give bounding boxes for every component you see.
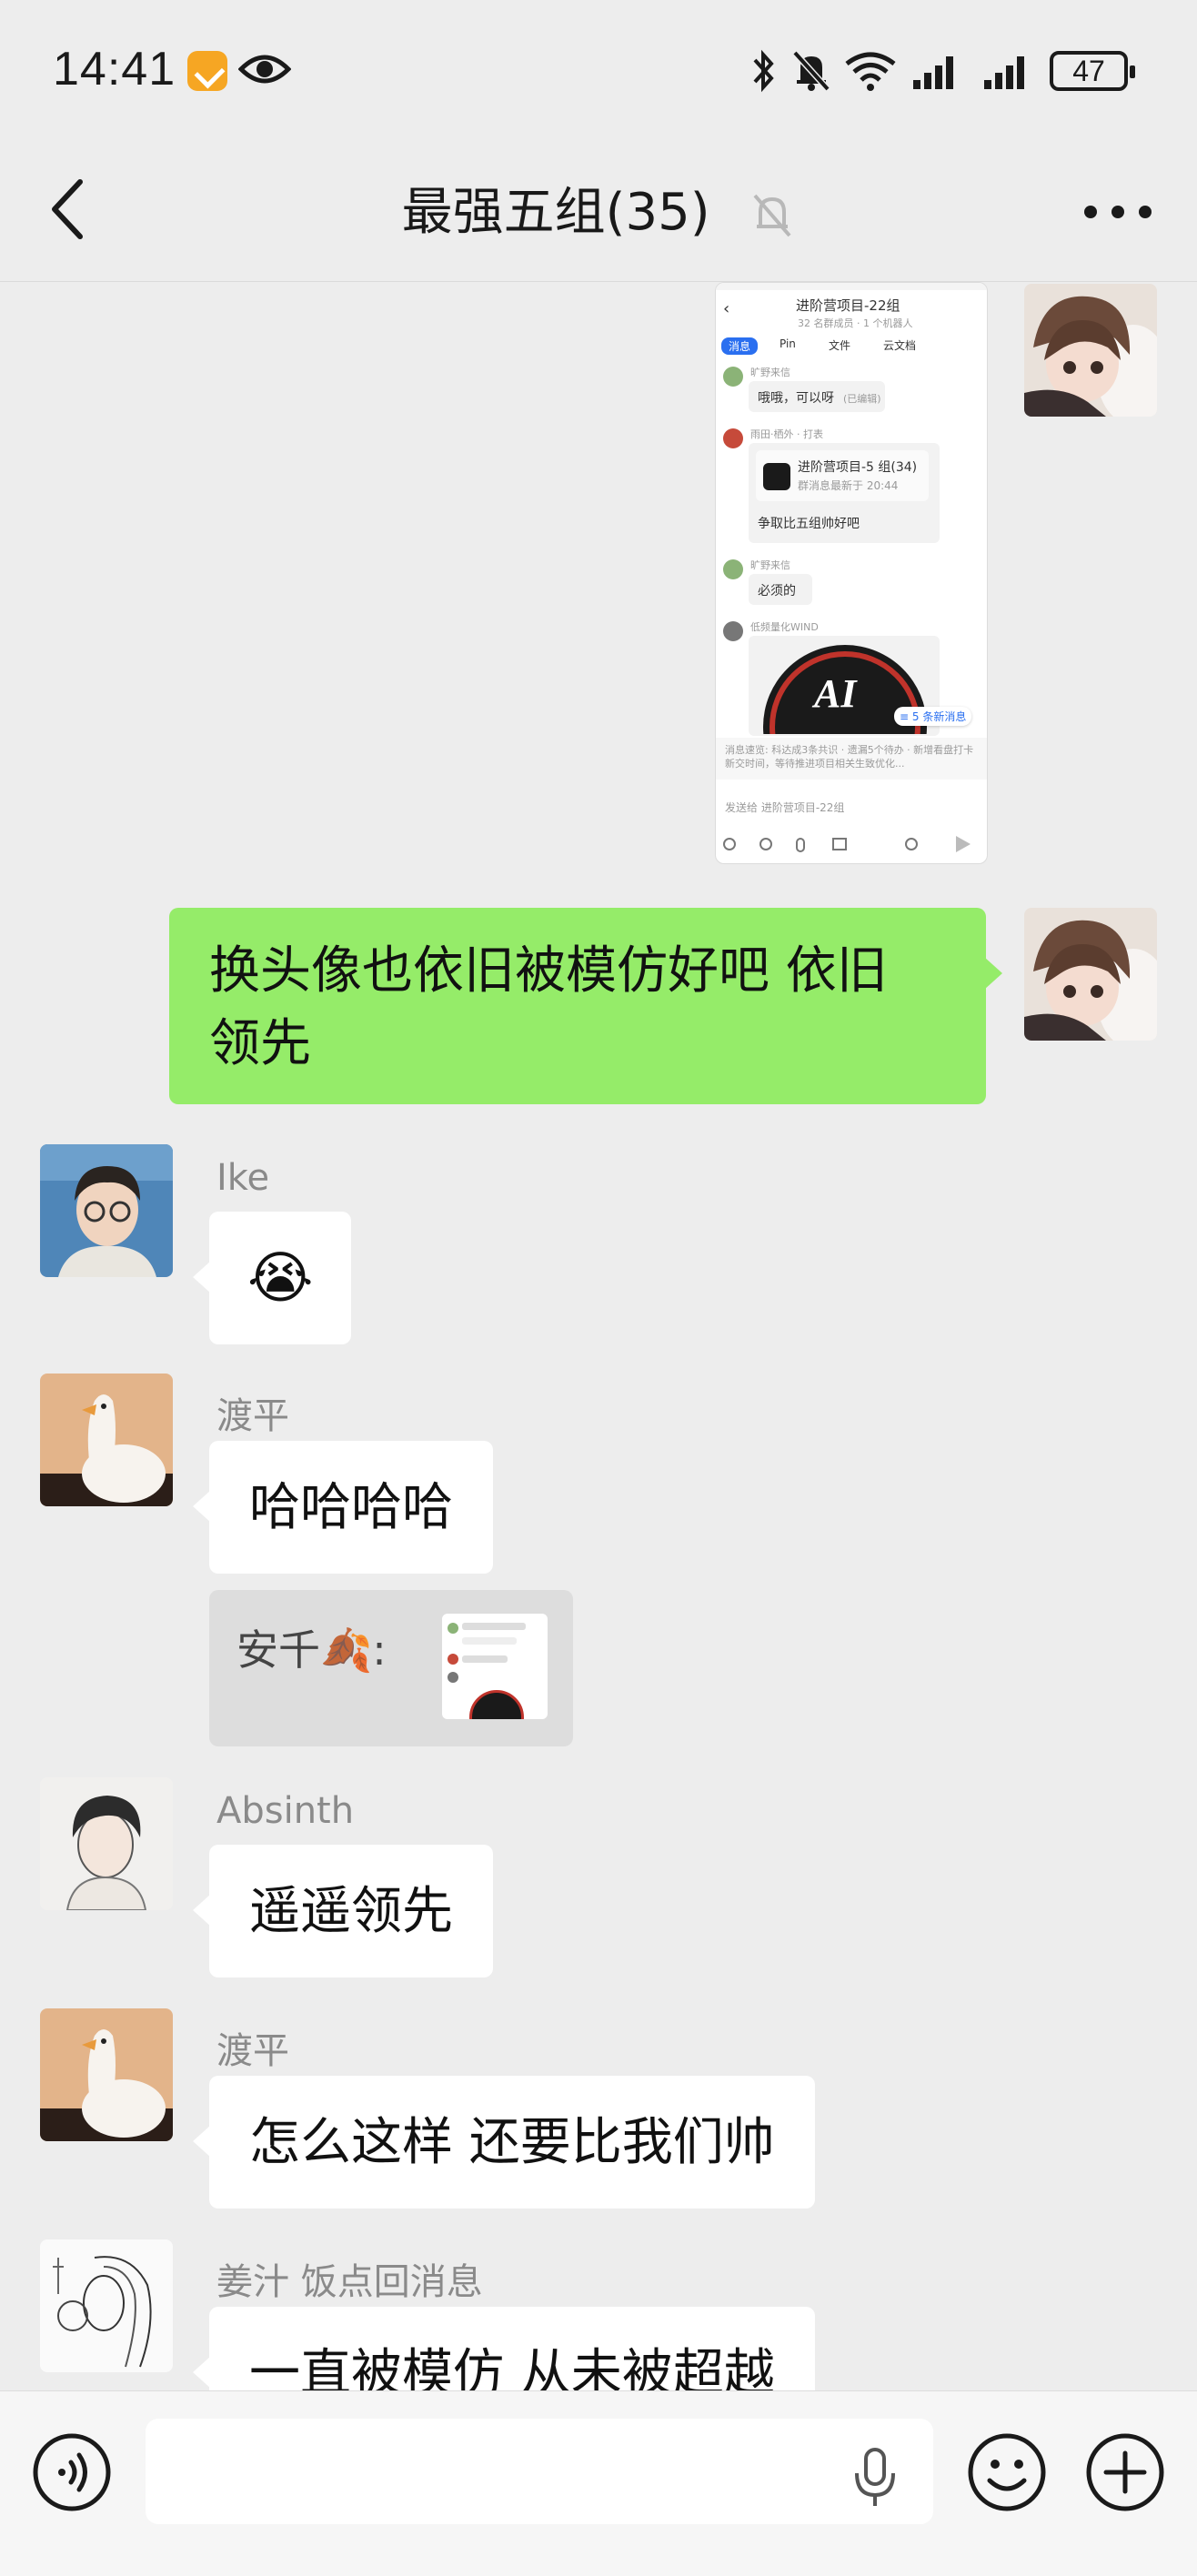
sender-name: Ike bbox=[216, 1157, 270, 1199]
plus-icon[interactable] bbox=[1084, 2431, 1166, 2513]
chat-title-wrap: 最强五组(35) bbox=[0, 171, 1197, 245]
avatar-ike[interactable] bbox=[40, 1144, 173, 1277]
message-bubble-self[interactable]: 换头像也依旧被模仿好吧 依旧 领先 bbox=[169, 908, 1002, 1104]
voice-input-icon[interactable] bbox=[31, 2431, 113, 2513]
shot-card-title: 进阶营项目-5 组(34) bbox=[798, 460, 918, 475]
message-list[interactable]: ‹ 进阶营项目-22组 32 名群成员 · 1 个机器人 消息 Pin 文件 云… bbox=[0, 282, 1197, 2390]
message-text: 怎么这样 还要比我们帅 bbox=[249, 2113, 775, 2172]
chat-title: 最强五组(35) bbox=[401, 183, 710, 242]
shot-tab: 消息 bbox=[721, 337, 759, 355]
message-row: 渡平 哈哈哈哈 安千🍂: bbox=[0, 1374, 1197, 1774]
emoji-icon[interactable] bbox=[966, 2431, 1048, 2513]
message-bubble[interactable]: 一直被模仿 从未被超越 bbox=[193, 2307, 815, 2390]
sender-name: 姜汁 饭点回消息 bbox=[216, 2261, 483, 2303]
sender-name: 渡平 bbox=[216, 1395, 289, 1437]
shot-msg-name: 旷野来信 bbox=[750, 367, 790, 378]
shot-tab: 文件 bbox=[829, 339, 851, 352]
goose-avatar-image bbox=[40, 2008, 173, 2141]
message-text-line: 换头像也依旧被模仿好吧 依旧 bbox=[209, 941, 888, 1001]
screenshot-image-message[interactable]: ‹ 进阶营项目-22组 32 名群成员 · 1 个机器人 消息 Pin 文件 云… bbox=[715, 282, 988, 864]
message-input[interactable] bbox=[146, 2419, 933, 2524]
message-text: 哈哈哈哈 bbox=[249, 1478, 453, 1537]
sender-name: 渡平 bbox=[216, 2030, 289, 2072]
wifi-icon bbox=[845, 52, 896, 91]
status-icons: 47 bbox=[749, 45, 1141, 96]
portrait-avatar-image bbox=[40, 1144, 173, 1277]
shot-card: 进阶营项目-5 组(34) 群消息最新于 20:44 bbox=[756, 450, 929, 501]
input-bar bbox=[0, 2390, 1197, 2576]
shot-new-messages-badge: ≡ 5 条新消息 bbox=[894, 707, 972, 726]
eye-icon bbox=[238, 55, 291, 84]
shot-notice: 消息速览: 科达成3条共识 · 遗漏5个待办 · 新增看盘打卡新交时间，等待推进… bbox=[716, 738, 987, 780]
avatar-absinth[interactable] bbox=[40, 1777, 173, 1910]
message-text: 一直被模仿 从未被超越 bbox=[249, 2344, 775, 2390]
bluetooth-icon bbox=[753, 49, 774, 93]
message-row: Absinth 遥遥领先 bbox=[0, 1777, 1197, 1987]
microphone-icon[interactable] bbox=[850, 2446, 900, 2510]
chat-header: 最强五组(35) bbox=[0, 136, 1197, 282]
message-row: 渡平 怎么这样 还要比我们帅 bbox=[0, 2008, 1197, 2218]
avatar-duping[interactable] bbox=[40, 2008, 173, 2141]
quoted-message[interactable]: 安千🍂: bbox=[209, 1590, 573, 1746]
message-bubble[interactable]: 怎么这样 还要比我们帅 bbox=[193, 2076, 815, 2209]
shot-avatar bbox=[723, 428, 743, 448]
shot-back-icon: ‹ bbox=[723, 299, 730, 318]
anime-girl-avatar-image bbox=[1024, 908, 1157, 1041]
avatar-jiangzhi[interactable] bbox=[40, 2239, 173, 2372]
message-bubble[interactable]: 😭 bbox=[192, 1212, 352, 1344]
crying-emoji: 😭 bbox=[247, 1244, 314, 1311]
message-row: Ike 😭 bbox=[0, 1144, 1197, 1353]
battery-icon: 47 bbox=[1050, 51, 1135, 91]
message-row-screenshot: ‹ 进阶营项目-22组 32 名群成员 · 1 个机器人 消息 Pin 文件 云… bbox=[0, 282, 1197, 864]
message-text: 遥遥领先 bbox=[249, 1882, 453, 1941]
line-art-avatar-image bbox=[40, 2239, 173, 2372]
shot-msg-edited: (已编辑) bbox=[843, 393, 881, 405]
shot-msg-text: 哦哦，可以呀 bbox=[758, 391, 834, 406]
message-row: 姜汁 饭点回消息 一直被模仿 从未被超越 bbox=[0, 2239, 1197, 2390]
shot-msg-text: 必须的 bbox=[758, 584, 796, 599]
shot-avatar bbox=[723, 621, 743, 641]
quote-thumbnail-image bbox=[442, 1614, 548, 1719]
shot-msg-name: 旷野来信 bbox=[750, 559, 790, 571]
status-time: 14:41 bbox=[53, 43, 176, 96]
quote-text: 安千🍂: bbox=[236, 1617, 387, 1677]
avatar-duping[interactable] bbox=[40, 1374, 173, 1506]
message-row-self: 换头像也依旧被模仿好吧 依旧 领先 bbox=[0, 908, 1197, 1117]
shot-avatar bbox=[723, 367, 743, 387]
shot-msg-name: 雨田·栖外 · 打表 bbox=[750, 428, 823, 440]
shot-tab: 云文档 bbox=[883, 339, 917, 352]
bell-off-icon bbox=[753, 194, 791, 237]
signal-icon bbox=[984, 56, 1024, 89]
leaf-emoji: 🍂 bbox=[320, 1625, 373, 1675]
shot-avatar bbox=[723, 559, 743, 579]
shot-toolbar bbox=[716, 829, 987, 863]
avatar-self[interactable] bbox=[1024, 908, 1157, 1041]
shot-msg-name: 低频量化WIND bbox=[750, 621, 819, 633]
svg-text:AI: AI bbox=[811, 671, 858, 716]
sketch-portrait-avatar-image bbox=[40, 1777, 173, 1910]
sender-name: Absinth bbox=[216, 1790, 355, 1832]
goose-avatar-image bbox=[40, 1374, 173, 1506]
avatar-self[interactable] bbox=[1024, 284, 1157, 417]
shot-card-sub: 群消息最新于 20:44 bbox=[798, 479, 899, 492]
message-text-line: 领先 bbox=[209, 1014, 311, 1073]
shot-header-title: 进阶营项目-22组 bbox=[796, 297, 900, 314]
mute-bell-icon bbox=[792, 50, 830, 92]
quote-sender: 安千 bbox=[236, 1625, 320, 1675]
shot-header-sub: 32 名群成员 · 1 个机器人 bbox=[798, 317, 913, 329]
more-dots-icon[interactable] bbox=[1082, 187, 1155, 233]
battery-level: 47 bbox=[1072, 55, 1105, 87]
shot-tabs: 消息 Pin 文件 云文档 bbox=[721, 336, 985, 356]
message-bubble[interactable]: 哈哈哈哈 bbox=[193, 1441, 493, 1574]
shot-msg-text: 争取比五组帅好吧 bbox=[758, 517, 860, 531]
app-badge-icon bbox=[187, 51, 227, 91]
message-bubble[interactable]: 遥遥领先 bbox=[193, 1845, 493, 1977]
shot-tab: Pin bbox=[780, 337, 796, 350]
anime-girl-avatar-image bbox=[1024, 284, 1157, 417]
shot-input-placeholder: 发送给 进阶营项目-22组 bbox=[725, 801, 845, 814]
signal-icon bbox=[913, 56, 953, 89]
quote-colon: : bbox=[372, 1625, 387, 1675]
status-bar: 14:41 47 bbox=[0, 0, 1197, 136]
